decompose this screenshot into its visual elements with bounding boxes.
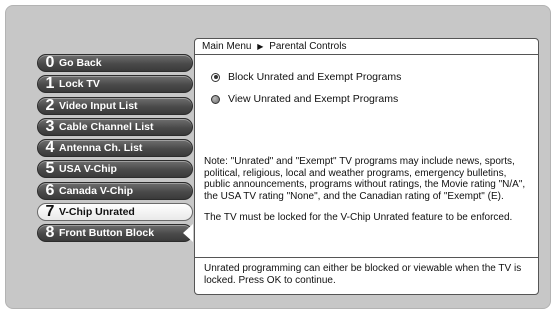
parental-controls-menu: 0 Go Back 1 Lock TV 2 Video Input List 3…	[37, 54, 193, 246]
breadcrumb-root: Main Menu	[202, 41, 252, 52]
menu-item-number: 1	[45, 75, 55, 93]
footer-text: Unrated programming can either be blocke…	[204, 263, 522, 286]
menu-item-canada-v-chip[interactable]: 6 Canada V-Chip	[37, 181, 193, 200]
menu-item-number: 4	[45, 139, 55, 157]
menu-item-video-input-list[interactable]: 2 Video Input List	[37, 96, 193, 115]
menu-item-number: 8	[45, 224, 55, 242]
option-label: Block Unrated and Exempt Programs	[228, 71, 402, 83]
menu-item-label: Cable Channel List	[59, 120, 154, 133]
menu-item-label: Go Back	[59, 57, 102, 69]
tv-screen: 0 Go Back 1 Lock TV 2 Video Input List 3…	[5, 5, 551, 309]
radio-selected-icon[interactable]	[211, 72, 220, 82]
menu-item-antenna-ch-list[interactable]: 4 Antenna Ch. List	[37, 139, 193, 158]
menu-item-number: 0	[45, 54, 55, 71]
note-paragraph: The TV must be locked for the V-Chip Unr…	[204, 212, 513, 223]
menu-item-front-button-block[interactable]: 8 Front Button Block	[37, 224, 193, 243]
option-view-unrated[interactable]: View Unrated and Exempt Programs	[211, 92, 401, 106]
menu-item-number: 2	[45, 96, 55, 114]
menu-item-label: Video Input List	[59, 99, 138, 112]
menu-item-label: V-Chip Unrated	[59, 206, 135, 219]
selection-pointer-icon	[183, 224, 193, 242]
breadcrumb: Main Menu ▶ Parental Controls	[195, 39, 538, 55]
radio-unselected-icon[interactable]	[211, 94, 220, 104]
menu-item-label: Front Button Block	[59, 227, 155, 240]
note-paragraph: Note: "Unrated" and "Exempt" TV programs…	[204, 156, 526, 202]
menu-item-lock-tv[interactable]: 1 Lock TV	[37, 75, 193, 94]
note-text: Note: "Unrated" and "Exempt" TV programs…	[204, 156, 532, 234]
menu-item-label: Lock TV	[59, 78, 100, 91]
menu-item-cable-channel-list[interactable]: 3 Cable Channel List	[37, 117, 193, 136]
menu-item-go-back[interactable]: 0 Go Back	[37, 54, 193, 72]
v-chip-unrated-panel: Main Menu ▶ Parental Controls Block Unra…	[194, 38, 539, 295]
option-label: View Unrated and Exempt Programs	[228, 93, 399, 105]
menu-item-label: USA V-Chip	[59, 163, 117, 176]
menu-item-number: 7	[45, 203, 55, 221]
menu-item-label: Canada V-Chip	[59, 184, 134, 197]
menu-item-number: 6	[45, 181, 55, 199]
breadcrumb-current: Parental Controls	[269, 41, 347, 52]
menu-item-v-chip-unrated[interactable]: 7 V-Chip Unrated	[37, 203, 193, 222]
menu-item-number: 3	[45, 117, 55, 135]
right-triangle-icon: ▶	[257, 42, 264, 51]
menu-item-usa-v-chip[interactable]: 5 USA V-Chip	[37, 160, 193, 179]
option-block-unrated[interactable]: Block Unrated and Exempt Programs	[211, 70, 401, 84]
help-footer: Unrated programming can either be blocke…	[195, 257, 538, 294]
menu-item-number: 5	[45, 160, 55, 178]
options-group: Block Unrated and Exempt Programs View U…	[211, 70, 401, 114]
menu-item-label: Antenna Ch. List	[59, 142, 143, 155]
